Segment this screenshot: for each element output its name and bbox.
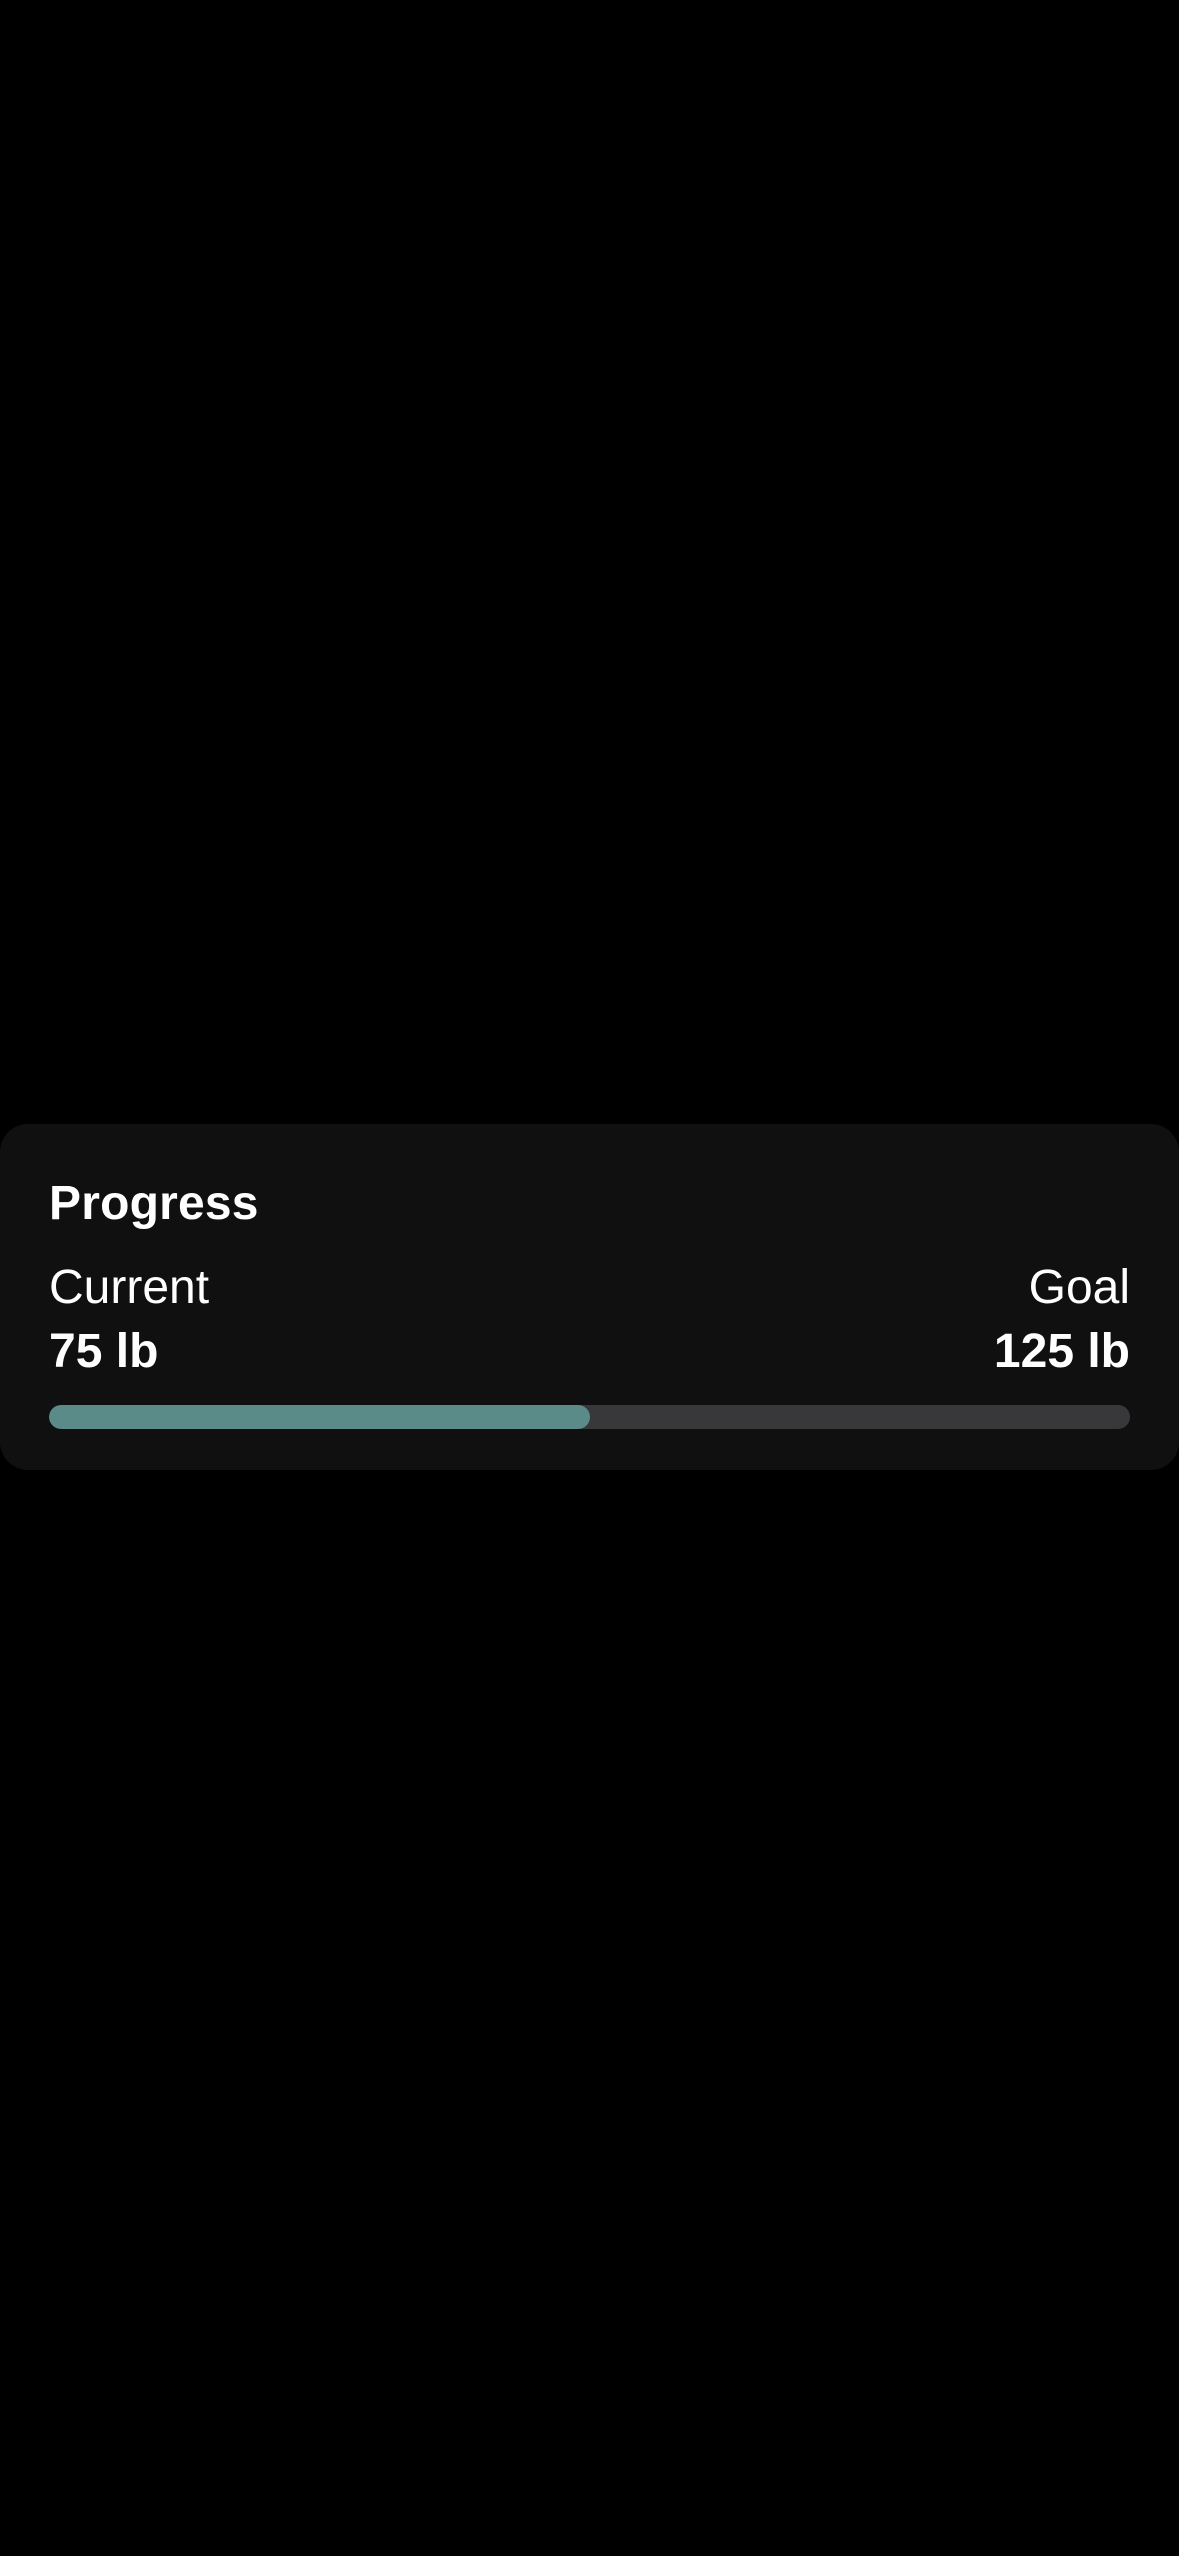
progress-card: Progress Current 75 lb Goal 125 lb	[0, 1124, 1179, 1470]
goal-label: Goal	[1028, 1261, 1130, 1314]
current-value: 75 lb	[49, 1325, 159, 1378]
progress-bar-fill	[49, 1405, 590, 1429]
goal-value: 125 lb	[993, 1325, 1130, 1378]
progress-title: Progress	[49, 1177, 259, 1230]
progress-bar-track	[49, 1405, 1130, 1429]
screen: Progress Current 75 lb Goal 125 lb	[0, 0, 1179, 2556]
current-stat: Current 75 lb	[49, 1260, 209, 1380]
current-label: Current	[49, 1261, 210, 1314]
goal-stat: Goal 125 lb	[994, 1260, 1130, 1380]
